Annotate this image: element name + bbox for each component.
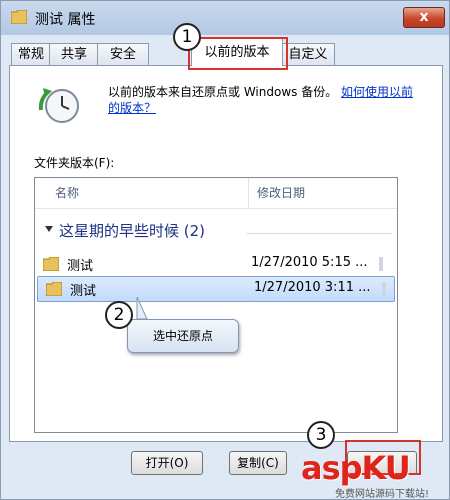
close-icon: x (419, 9, 429, 25)
step-badge-3: 3 (307, 421, 335, 449)
item-date: 1/27/2010 5:15 ... (251, 255, 368, 270)
tab-security[interactable]: 安全 (97, 43, 149, 65)
tab-customize[interactable]: 自定义 (281, 43, 335, 65)
item-name: 测试 (70, 284, 97, 299)
folder-icon (46, 282, 62, 296)
description-body: 以前的版本来自还原点或 Windows 备份。 (108, 85, 338, 99)
step-badge-1: 1 (173, 23, 201, 51)
row-edge-mark (379, 257, 383, 271)
list-item-selected[interactable]: 测试 1/27/2010 3:11 ... (37, 276, 395, 302)
tab-general[interactable]: 常规 (11, 43, 51, 65)
properties-window: 测试 属性 x 常规 共享 安全 以前的版本 自定义 1 以前的版本来自还原点或… (0, 0, 450, 500)
window-title: 测试 属性 (35, 12, 96, 28)
row-edge-mark (382, 282, 386, 296)
watermark-logo: aspKU (301, 449, 411, 487)
tab-sharing[interactable]: 共享 (49, 43, 99, 65)
group-header[interactable]: 这星期的早些时候 (2) (59, 220, 205, 241)
list-item[interactable]: 测试 1/27/2010 5:15 ... (35, 252, 397, 276)
group-divider (247, 233, 392, 234)
folder-icon (43, 257, 59, 271)
folder-versions-list[interactable]: 名称 修改日期 这星期的早些时候 (2) 测试 1/27/2010 5:15 .… (34, 177, 398, 433)
title-bar[interactable]: 测试 属性 x (1, 1, 449, 35)
folder-icon (11, 10, 27, 24)
collapse-arrow-icon[interactable] (45, 226, 53, 232)
callout-text: 选中还原点 (152, 329, 213, 343)
copy-button[interactable]: 复制(C) (229, 451, 287, 475)
callout-pointer (136, 297, 148, 320)
item-date: 1/27/2010 3:11 ... (254, 280, 371, 295)
folder-versions-label: 文件夹版本(F): (34, 156, 115, 170)
tab-highlight-box (188, 37, 288, 70)
open-button[interactable]: 打开(O) (131, 451, 203, 475)
column-header-date[interactable]: 修改日期 (249, 178, 397, 208)
item-name: 测试 (67, 259, 94, 274)
column-header-name[interactable]: 名称 (35, 178, 249, 208)
tooltip-callout: 选中还原点 (127, 319, 239, 353)
watermark-subtitle: 免费网站源码下载站! (335, 489, 430, 500)
previous-versions-panel: 以前的版本来自还原点或 Windows 备份。 如何使用以前的版本？ 文件夹版本… (9, 65, 443, 442)
restore-clock-icon (38, 88, 79, 123)
step-badge-2: 2 (105, 301, 133, 329)
header-divider (35, 208, 397, 209)
site-watermark: aspKU 免费网站源码下载站! (301, 449, 449, 500)
close-button[interactable]: x (403, 7, 445, 28)
description-text: 以前的版本来自还原点或 Windows 备份。 如何使用以前的版本？ (108, 84, 418, 116)
